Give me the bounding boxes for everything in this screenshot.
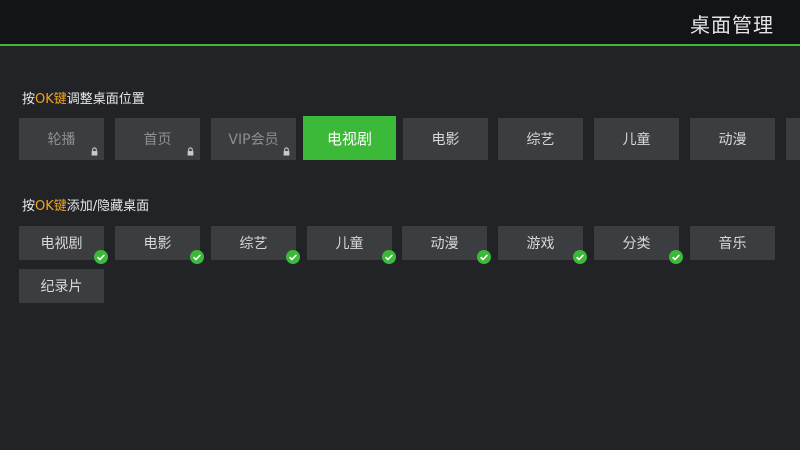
toggle-tile-movies[interactable]: 电影 xyxy=(115,226,204,264)
check-icon xyxy=(94,250,108,264)
desktop-tile-movies[interactable]: 电影 xyxy=(403,118,488,160)
ok-key-hint: OK键 xyxy=(35,92,67,107)
check-icon xyxy=(573,250,587,264)
desktop-tile-overflow[interactable] xyxy=(786,118,800,160)
toggle-tile-documentary[interactable]: 纪录片 xyxy=(19,269,104,303)
tile-label: 儿童 xyxy=(622,132,651,148)
tile-label: 儿童 xyxy=(335,236,364,252)
lock-icon xyxy=(91,147,98,156)
tile-label: 分类 xyxy=(622,236,651,252)
tile-label: 电视剧 xyxy=(40,236,83,252)
check-icon xyxy=(286,250,300,264)
tile-label: 综艺 xyxy=(526,132,555,148)
tile-label: 电视剧 xyxy=(326,129,372,148)
desktop-tile-home[interactable]: 首页 xyxy=(115,118,200,160)
toggle-tile-variety[interactable]: 综艺 xyxy=(211,226,300,264)
check-icon xyxy=(190,250,204,264)
desktop-tile-carousel[interactable]: 轮播 xyxy=(19,118,104,160)
check-icon xyxy=(669,250,683,264)
tile-label: 动漫 xyxy=(430,236,459,252)
toggle-tile-kids[interactable]: 儿童 xyxy=(307,226,396,264)
toggle-section-label: 按OK键添加/隐藏桌面 xyxy=(22,199,150,214)
toggle-tile-categories[interactable]: 分类 xyxy=(594,226,683,264)
tile-label: 电影 xyxy=(431,132,460,148)
tile-label: 动漫 xyxy=(718,132,747,148)
check-icon xyxy=(382,250,396,264)
tile-label: 电影 xyxy=(143,236,172,252)
tile-label: 音乐 xyxy=(718,236,747,252)
desktop-tile-vip[interactable]: VIP会员 xyxy=(211,118,296,160)
desktop-tile-kids[interactable]: 儿童 xyxy=(594,118,679,160)
tile-label: VIP会员 xyxy=(228,132,279,148)
desktop-tile-tv-series-focused[interactable]: 电视剧 xyxy=(303,116,396,160)
desktop-tile-anime[interactable]: 动漫 xyxy=(690,118,775,160)
toggle-tile-anime[interactable]: 动漫 xyxy=(402,226,491,264)
toggle-tile-music[interactable]: 音乐 xyxy=(690,226,775,260)
lock-icon xyxy=(283,147,290,156)
desktop-tile-variety[interactable]: 综艺 xyxy=(498,118,583,160)
tile-label: 纪录片 xyxy=(40,279,83,295)
ok-key-hint: OK键 xyxy=(35,199,67,214)
page-title: 桌面管理 xyxy=(690,13,774,37)
toggle-tile-games[interactable]: 游戏 xyxy=(498,226,587,264)
lock-icon xyxy=(187,147,194,156)
reorder-section-label: 按OK键调整桌面位置 xyxy=(22,92,145,107)
toggle-tile-tv-series[interactable]: 电视剧 xyxy=(19,226,108,264)
check-icon xyxy=(477,250,491,264)
tile-label: 首页 xyxy=(143,132,172,148)
top-bar: 桌面管理 xyxy=(0,0,800,46)
tile-label: 综艺 xyxy=(239,236,268,252)
tile-label: 轮播 xyxy=(47,132,76,148)
tile-label: 游戏 xyxy=(526,236,555,252)
